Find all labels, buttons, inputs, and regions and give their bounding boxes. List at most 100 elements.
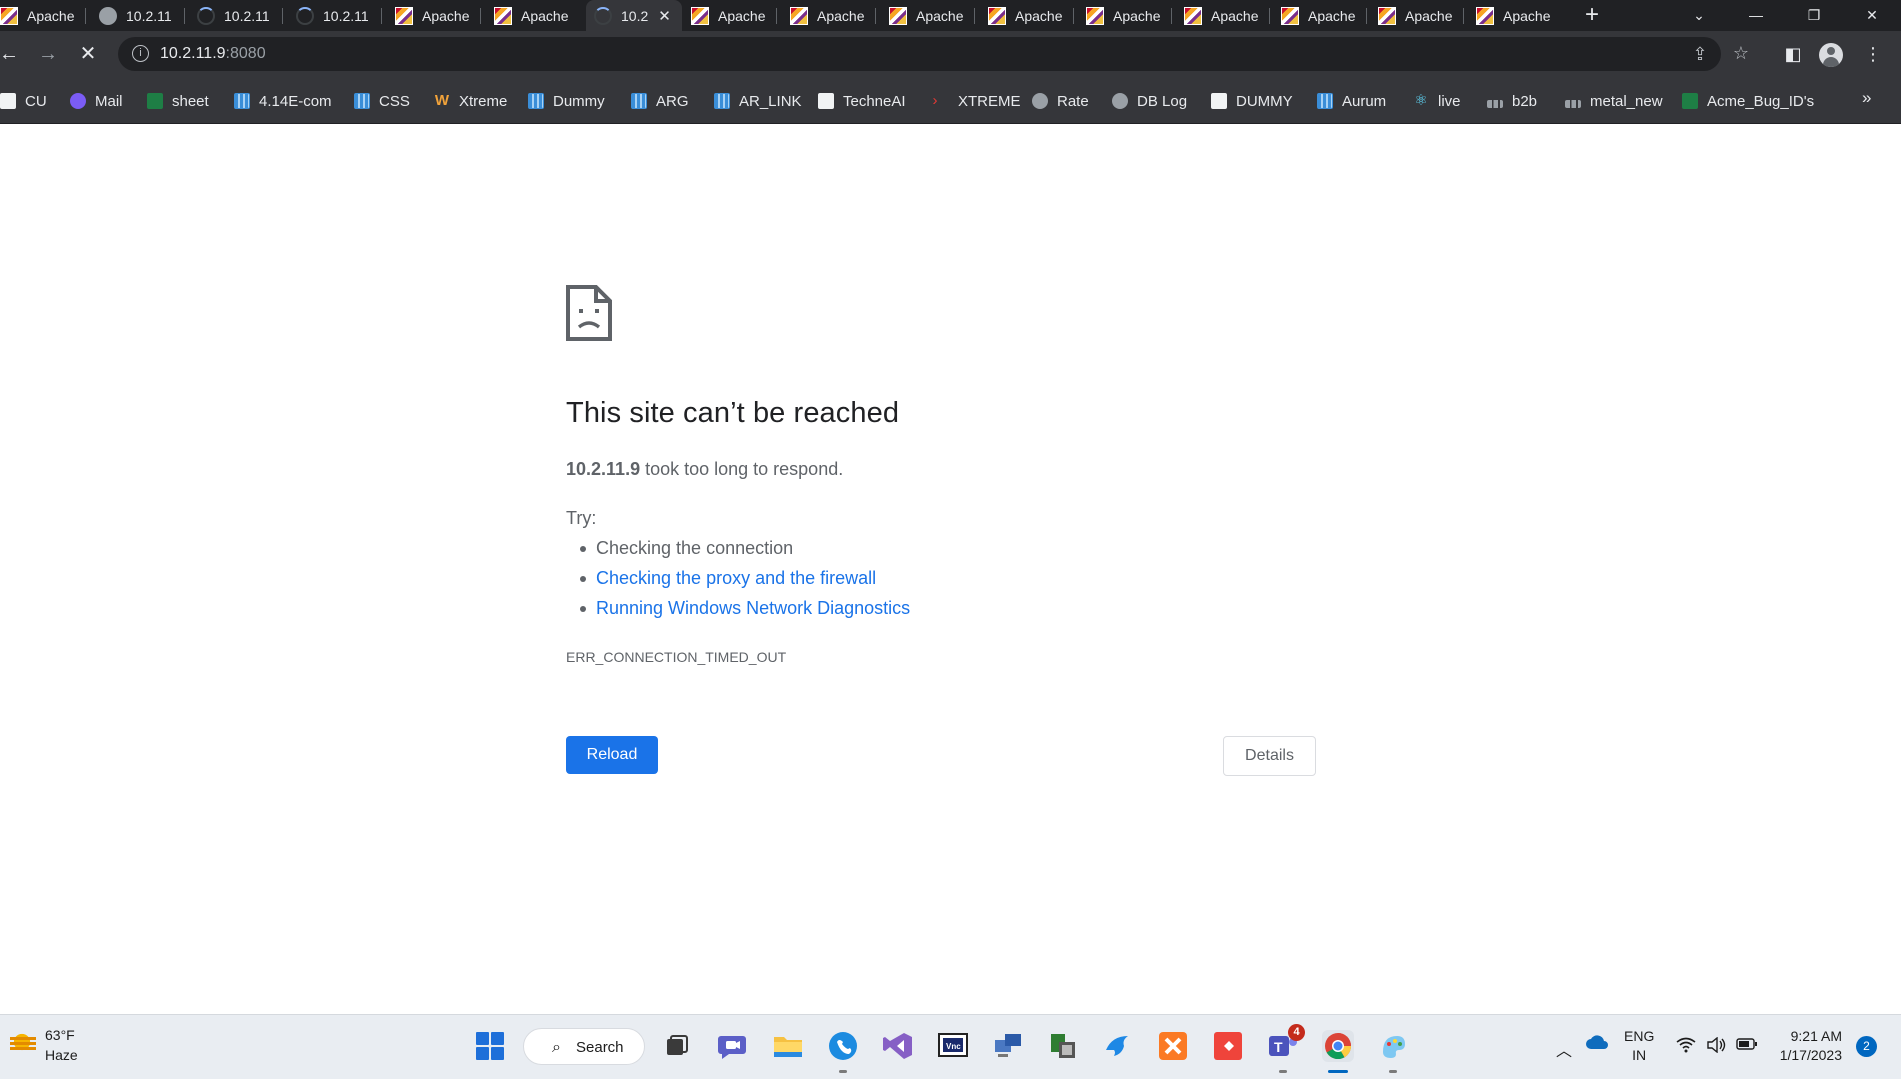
forward-button[interactable]: → bbox=[33, 39, 63, 69]
bookmark[interactable]: Rate bbox=[1032, 91, 1089, 111]
tab[interactable]: Apache bbox=[889, 0, 975, 31]
microsoft-teams-icon[interactable]: T 4 bbox=[1267, 1024, 1305, 1073]
tab[interactable]: Apache bbox=[494, 0, 580, 31]
skype-icon[interactable] bbox=[827, 1030, 859, 1073]
tab[interactable]: Apache bbox=[1281, 0, 1367, 31]
file-explorer-icon[interactable] bbox=[772, 1030, 804, 1062]
taskbar-clock[interactable]: 9:21 AM 1/17/2023 bbox=[1772, 1027, 1842, 1065]
input-language-indicator[interactable]: ENG IN bbox=[1624, 1027, 1654, 1065]
tab[interactable]: 10.2.11 bbox=[99, 0, 185, 31]
tab-title: Apache bbox=[1308, 7, 1356, 24]
close-tab-icon[interactable]: ✕ bbox=[658, 7, 671, 25]
menu-kebab-icon[interactable]: ⋮ bbox=[1858, 39, 1888, 69]
grid-icon bbox=[234, 93, 250, 109]
side-panel-icon[interactable]: ◧ bbox=[1778, 39, 1808, 69]
star-bookmark-icon[interactable]: ☆ bbox=[1730, 42, 1752, 64]
teams-notification-badge: 4 bbox=[1288, 1024, 1305, 1041]
suggestion-check-connection: Checking the connection bbox=[579, 536, 910, 566]
bookmark[interactable]: 4.14E-com bbox=[234, 91, 332, 111]
tab[interactable]: Apache bbox=[1378, 0, 1464, 31]
grid-icon bbox=[354, 93, 370, 109]
restore-button[interactable]: ❐ bbox=[1791, 0, 1837, 31]
remote-desktop-icon[interactable] bbox=[992, 1030, 1024, 1062]
share-icon[interactable]: ⇪ bbox=[1689, 43, 1711, 65]
bookmark[interactable]: Mail bbox=[70, 91, 123, 111]
bookmark[interactable]: › XTREME bbox=[927, 91, 1021, 111]
tab-title: Apache bbox=[817, 7, 865, 24]
tab[interactable]: Apache bbox=[691, 0, 777, 31]
chrome-icon[interactable] bbox=[1322, 1030, 1354, 1073]
bookmark[interactable]: CU bbox=[0, 91, 47, 111]
wifi-icon[interactable] bbox=[1676, 1037, 1696, 1058]
tab[interactable]: Apache bbox=[790, 0, 876, 31]
globe-icon bbox=[1112, 93, 1128, 109]
bookmark[interactable]: ARG bbox=[631, 91, 689, 111]
tab[interactable]: Apache bbox=[0, 0, 86, 31]
vnc-viewer-icon[interactable]: Vnc bbox=[937, 1030, 969, 1062]
bookmarks-overflow-button[interactable]: » bbox=[1862, 88, 1871, 108]
tab-search-button[interactable]: ⌄ bbox=[1676, 0, 1722, 31]
weather-haze-icon[interactable] bbox=[8, 1028, 36, 1056]
bookmark[interactable]: DB Log bbox=[1112, 91, 1187, 111]
back-button[interactable]: ← bbox=[0, 39, 24, 69]
svg-text:Vnc: Vnc bbox=[946, 1042, 961, 1051]
loading-spinner-icon bbox=[197, 6, 215, 25]
bookmark[interactable]: TechneAI bbox=[818, 91, 906, 111]
network-tool-icon[interactable] bbox=[1047, 1030, 1079, 1062]
bar-icon bbox=[1565, 100, 1581, 108]
teams-chat-icon[interactable] bbox=[717, 1030, 749, 1062]
visual-studio-icon[interactable] bbox=[882, 1030, 914, 1062]
battery-icon[interactable] bbox=[1736, 1037, 1758, 1056]
bookmark[interactable]: ⚛ live bbox=[1413, 91, 1460, 111]
mysql-workbench-icon[interactable] bbox=[1102, 1030, 1134, 1062]
bookmark[interactable]: sheet bbox=[147, 91, 209, 111]
tab[interactable]: 10.2.11 bbox=[197, 0, 283, 31]
minimize-button[interactable]: — bbox=[1733, 0, 1779, 31]
onedrive-cloud-icon[interactable] bbox=[1585, 1033, 1609, 1056]
tab[interactable]: Apache bbox=[1184, 0, 1270, 31]
bookmark[interactable]: CSS bbox=[354, 91, 410, 111]
bookmark[interactable]: W Xtreme bbox=[434, 91, 507, 111]
weather-temperature[interactable]: 63°F bbox=[45, 1027, 75, 1043]
address-bar-url[interactable]: 10.2.11.9:8080 bbox=[160, 45, 266, 63]
globe-icon bbox=[99, 6, 117, 25]
tab[interactable]: 10.2.11 bbox=[296, 0, 382, 31]
bookmark[interactable]: b2b bbox=[1487, 91, 1537, 111]
bookmark[interactable]: Acme_Bug_ID's bbox=[1682, 91, 1814, 111]
taskbar-search-button[interactable]: ⌕ Search bbox=[523, 1028, 645, 1065]
bookmark[interactable]: AR_LINK bbox=[714, 91, 802, 111]
tab[interactable]: Apache bbox=[1086, 0, 1172, 31]
site-info-icon[interactable]: i bbox=[132, 45, 149, 62]
close-window-button[interactable]: ✕ bbox=[1849, 0, 1895, 31]
volume-icon[interactable] bbox=[1706, 1036, 1726, 1058]
show-hidden-icons-chevron-icon[interactable]: ︿ bbox=[1556, 1037, 1572, 1061]
suggestion-network-diagnostics-link[interactable]: Running Windows Network Diagnostics bbox=[579, 596, 910, 626]
windows-start-icon[interactable] bbox=[476, 1032, 505, 1061]
xampp-icon[interactable] bbox=[1157, 1030, 1189, 1062]
grid-icon bbox=[714, 93, 730, 109]
suggestion-check-proxy-link[interactable]: Checking the proxy and the firewall bbox=[579, 566, 910, 596]
bookmark[interactable]: DUMMY bbox=[1211, 91, 1293, 111]
notification-count-badge[interactable]: 2 bbox=[1856, 1036, 1877, 1057]
grid-icon bbox=[1317, 93, 1333, 109]
bookmark[interactable]: Dummy bbox=[528, 91, 605, 111]
paint-icon[interactable] bbox=[1377, 1030, 1409, 1073]
profile-avatar[interactable] bbox=[1819, 43, 1843, 67]
stop-loading-button[interactable]: ✕ bbox=[73, 39, 103, 69]
tab-title: Apache bbox=[1211, 7, 1259, 24]
error-description: 10.2.11.9 took too long to respond. bbox=[566, 459, 844, 479]
tab[interactable]: Apache bbox=[1476, 0, 1562, 31]
tab[interactable]: Apache bbox=[988, 0, 1074, 31]
weather-condition[interactable]: Haze bbox=[45, 1047, 78, 1063]
details-button[interactable]: Details bbox=[1223, 736, 1316, 776]
reload-button[interactable]: Reload bbox=[566, 736, 658, 774]
sad-document-icon bbox=[566, 285, 612, 341]
new-tab-button[interactable]: + bbox=[1579, 2, 1605, 28]
bookmark[interactable]: Aurum bbox=[1317, 91, 1386, 111]
bookmark[interactable]: metal_new bbox=[1565, 91, 1663, 111]
tab[interactable]: Apache bbox=[395, 0, 481, 31]
address-bar[interactable]: i 10.2.11.9:8080 ⇪ ☆ bbox=[118, 37, 1749, 71]
task-view-icon[interactable] bbox=[661, 1030, 693, 1062]
anydesk-icon[interactable] bbox=[1212, 1030, 1244, 1062]
tab-active[interactable]: 10.2 ✕ bbox=[586, 0, 682, 31]
